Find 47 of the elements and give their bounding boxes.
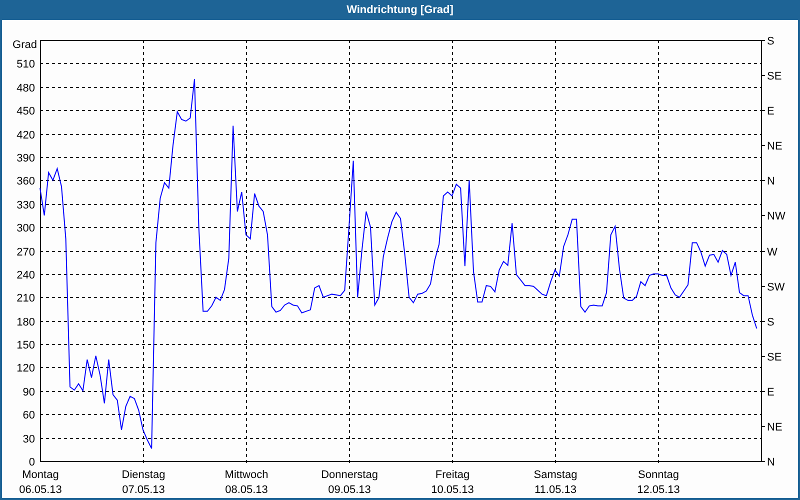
direction-label: SW (767, 282, 785, 294)
direction-label: NW (767, 210, 786, 222)
date-label: 07.05.13 (122, 484, 165, 496)
date-label: 09.05.13 (328, 484, 371, 496)
direction-label: E (767, 106, 774, 118)
direction-label: E (767, 386, 774, 398)
y-axis-tick-label: 300 (16, 222, 35, 234)
y-axis-tick-label: 510 (16, 58, 35, 70)
direction-label: NE (767, 422, 782, 434)
x-axis-tick-label: Dienstag (122, 469, 166, 481)
y-axis-title: Grad (12, 39, 37, 51)
date-label: 08.05.13 (225, 484, 268, 496)
y-axis-tick-label: 150 (16, 340, 35, 352)
y-axis-tick-label: 270 (16, 246, 35, 258)
y-axis-tick-label: 120 (16, 362, 35, 374)
y-axis-tick-label: 90 (22, 386, 35, 398)
y-axis-tick-label: 480 (16, 82, 35, 94)
x-axis-tick-label: Freitag (435, 469, 470, 481)
direction-label: SE (767, 352, 782, 364)
y-axis-tick-label: 420 (16, 130, 35, 142)
direction-label: N (767, 176, 775, 188)
y-axis-tick-label: 360 (16, 176, 35, 188)
y-axis-tick-label: 180 (16, 316, 35, 328)
y-axis-tick-label: 450 (16, 106, 35, 118)
x-axis-tick-label: Samstag (534, 469, 578, 481)
date-label: 06.05.13 (19, 484, 62, 496)
y-axis-tick-label: 210 (16, 292, 35, 304)
x-axis-tick-label: Sonntag (638, 469, 679, 481)
x-axis-tick-label: Donnerstag (321, 469, 378, 481)
y-axis-tick-label: 240 (16, 270, 35, 282)
y-axis-tick-label: 60 (22, 410, 35, 422)
date-label: 12.05.13 (637, 484, 680, 496)
date-label: 10.05.13 (431, 484, 474, 496)
window-title: Windrichtung [Grad] (346, 4, 454, 16)
y-axis-tick-label: 390 (16, 152, 35, 164)
direction-label: W (767, 246, 778, 258)
y-axis-tick-label: 30 (22, 434, 35, 446)
date-label: 11.05.13 (534, 484, 576, 496)
direction-label: S (767, 316, 774, 328)
direction-label: SE (767, 70, 782, 82)
direction-label: S (767, 36, 774, 48)
direction-label: NE (767, 140, 782, 152)
y-axis-tick-label: 330 (16, 200, 35, 212)
x-axis-tick-label: Montag (22, 469, 59, 481)
direction-label: N (767, 456, 775, 468)
x-axis-tick-label: Mittwoch (224, 469, 268, 481)
y-axis-tick-label: 0 (28, 456, 35, 468)
